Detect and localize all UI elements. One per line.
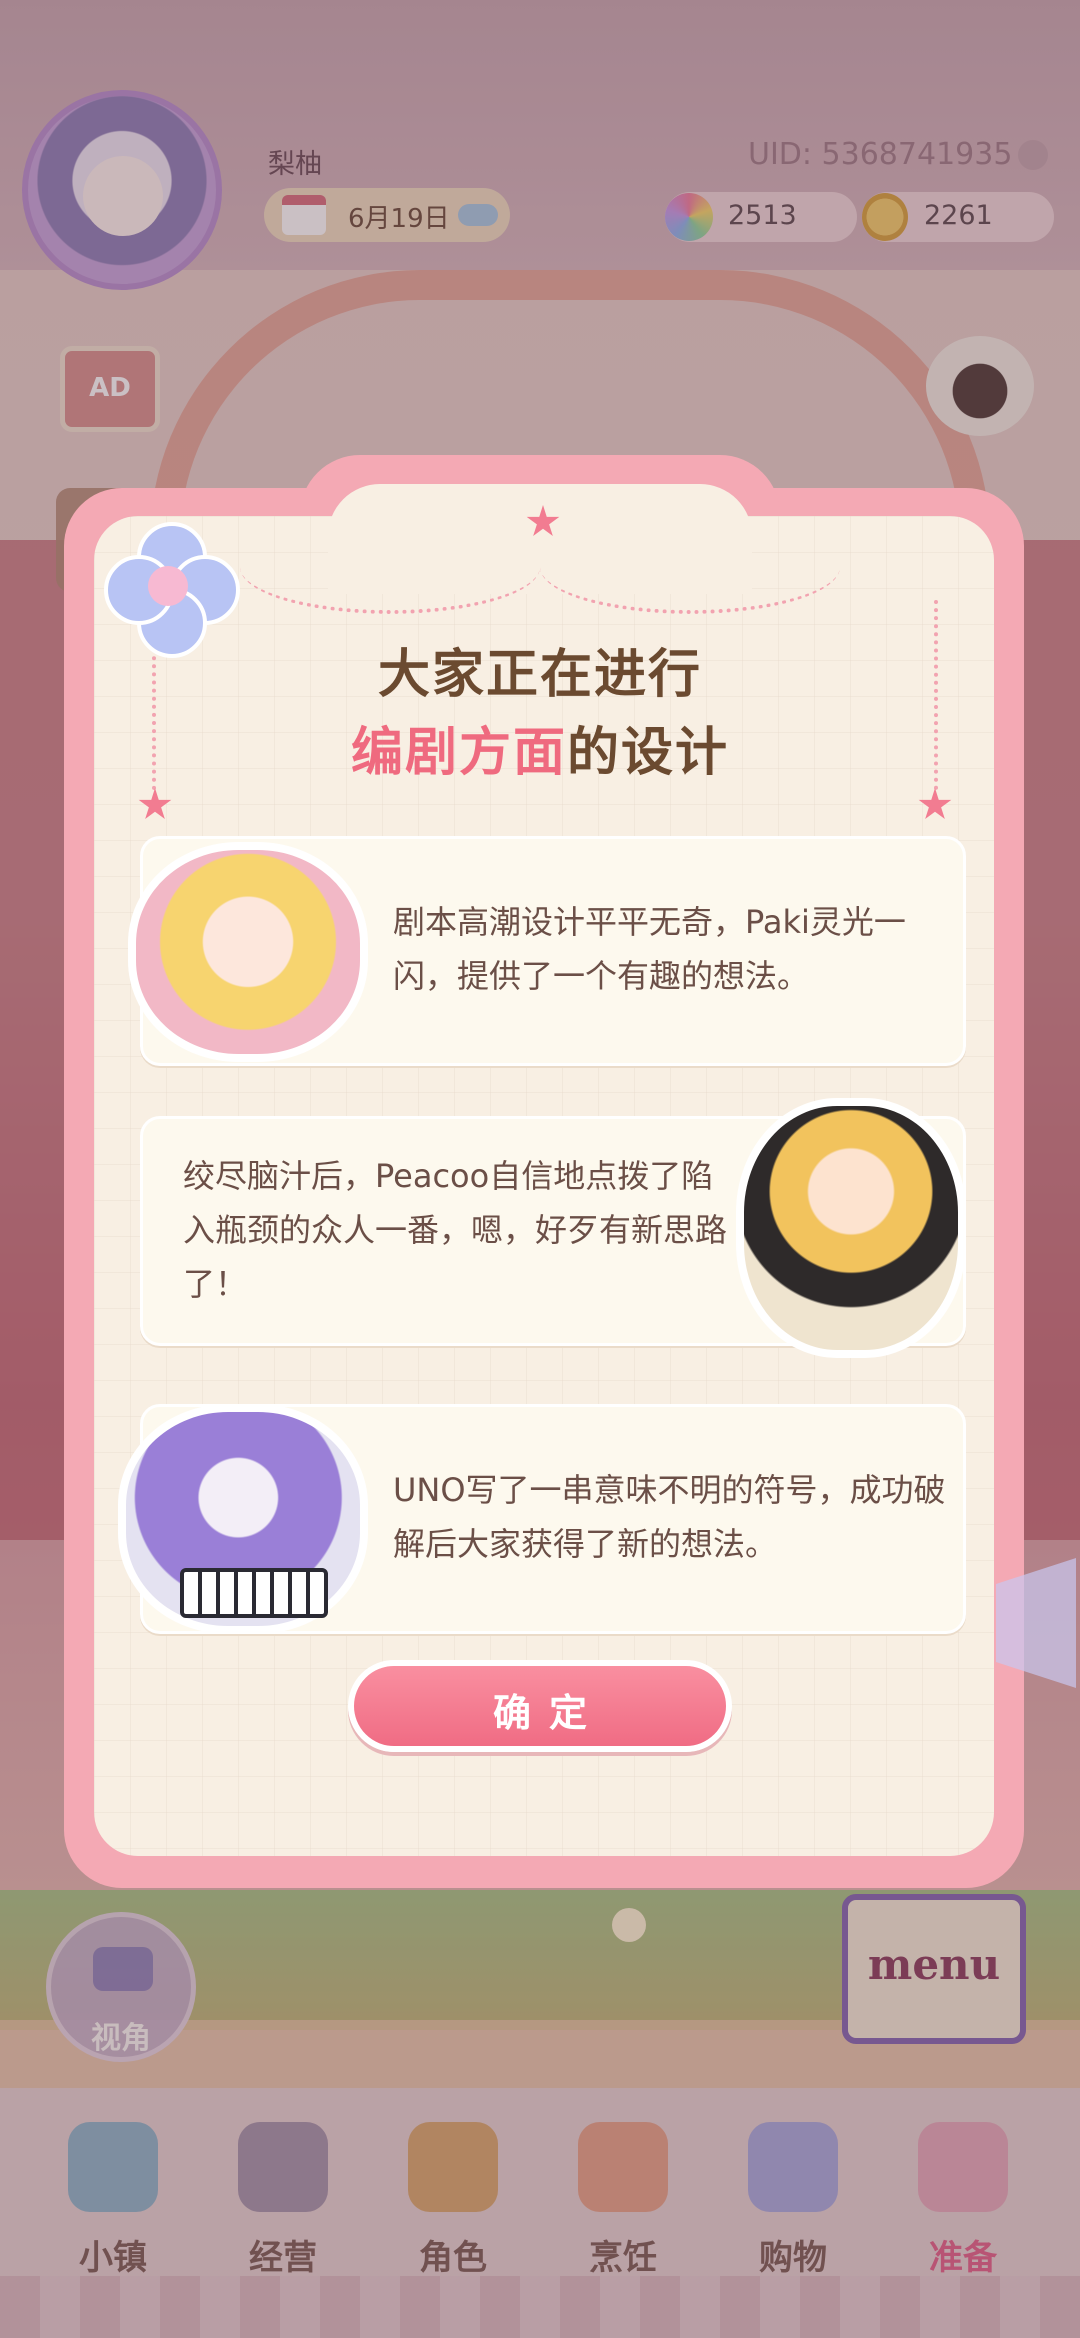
flower-icon [104, 522, 240, 658]
confirm-button[interactable]: 确定 [348, 1660, 732, 1752]
dialog-title: 大家正在进行 [377, 645, 702, 705]
card-text: 剧本高潮设计平平无奇，Paki灵光一闪，提供了一个有趣的想法。 [393, 903, 906, 995]
paki-sticker-icon [128, 842, 368, 1062]
confirm-label: 确定 [492, 1691, 605, 1735]
title-highlight: 编剧方面 [350, 723, 567, 783]
card-text: UNO写了一串意味不明的符号，成功破解后大家获得了新的想法。 [393, 1471, 946, 1563]
dialog-subtitle: 编剧方面的设计 [0, 710, 1080, 785]
flower-center [148, 566, 188, 606]
piano-icon [180, 1568, 328, 1618]
garland-left [240, 520, 540, 614]
title-rest: 的设计 [567, 723, 730, 783]
card-text: 绞尽脑汁后，Peacoo自信地点拨了陷入瓶颈的众人一番，嗯，好歹有新思路了！ [183, 1157, 728, 1303]
peacoo-sticker-icon [736, 1098, 966, 1358]
garland-right [540, 520, 840, 614]
